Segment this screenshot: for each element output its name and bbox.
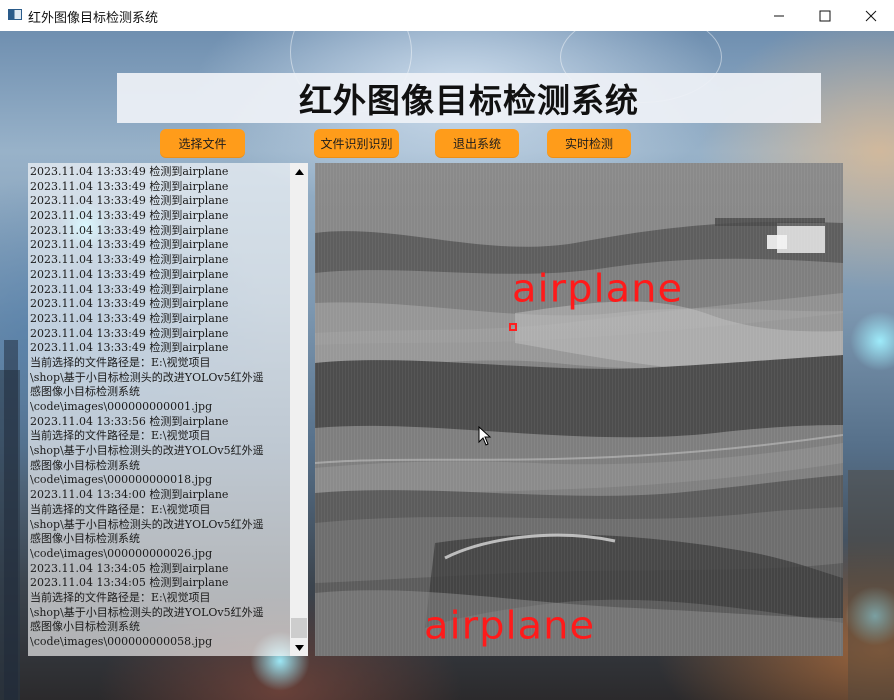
log-line: 2023.11.04 13:34:05 检测到airplane: [30, 561, 229, 575]
log-line: \shop\基于小目标检测头的改进YOLOv5红外遥: [30, 370, 264, 384]
log-line: 感图像小目标检测系统: [30, 458, 140, 472]
log-line: 2023.11.04 13:33:49 检测到airplane: [30, 311, 229, 325]
maximize-icon: [819, 10, 831, 21]
scroll-up-button[interactable]: [290, 163, 308, 180]
log-line: 2023.11.04 13:33:49 检测到airplane: [30, 165, 229, 178]
log-line: 当前选择的文件路径是：E:\视觉项目: [30, 502, 211, 516]
log-line: 感图像小目标检测系统: [30, 620, 140, 634]
log-line: 当前选择的文件路径是：E:\视觉项目: [30, 590, 211, 604]
log-line: 2023.11.04 13:33:56 检测到airplane: [30, 414, 229, 428]
log-line: 2023.11.04 13:33:49 检测到airplane: [30, 194, 229, 208]
log-line: 2023.11.04 13:33:49 检测到airplane: [30, 179, 229, 193]
exit-system-button[interactable]: 退出系统: [435, 129, 519, 158]
log-line: 2023.11.04 13:34:05 检测到airplane: [30, 576, 229, 590]
app-icon: [8, 9, 22, 20]
minimize-icon: [774, 15, 784, 16]
log-line: 2023.11.04 13:33:49 检测到airplane: [30, 326, 229, 340]
detection-image-view: airplane airplane: [315, 163, 843, 656]
page-title: 红外图像目标检测系统: [299, 81, 639, 120]
scroll-thumb[interactable]: [291, 618, 307, 638]
log-line: 2023.11.04 13:33:49 检测到airplane: [30, 253, 229, 267]
select-file-button[interactable]: 选择文件: [160, 129, 245, 158]
scroll-down-button[interactable]: [290, 639, 308, 656]
decor-glow: [850, 311, 894, 371]
log-line: 2023.11.04 13:33:49 检测到airplane: [30, 297, 229, 311]
log-line: 感图像小目标检测系统: [30, 532, 140, 546]
log-line: 当前选择的文件路径是：E:\视觉项目: [30, 355, 211, 369]
detection-label: airplane: [424, 604, 596, 648]
scroll-track[interactable]: [290, 180, 308, 639]
log-line: 2023.11.04 13:33:49 检测到airplane: [30, 267, 229, 281]
log-line: 2023.11.04 13:33:49 检测到airplane: [30, 223, 229, 237]
app-header: 红外图像目标检测系统: [117, 73, 821, 123]
log-line: 2023.11.04 13:34:00 检测到airplane: [30, 488, 229, 502]
close-button[interactable]: [848, 0, 894, 31]
log-line: \shop\基于小目标检测头的改进YOLOv5红外遥: [30, 517, 264, 531]
log-line: 当前选择的文件路径是：E:\视觉项目: [30, 429, 211, 443]
log-line: \code\images\000000000018.jpg: [30, 473, 213, 487]
log-line: 2023.11.04 13:33:49 检测到airplane: [30, 341, 229, 355]
log-line: \shop\基于小目标检测头的改进YOLOv5红外遥: [30, 444, 264, 458]
window-titlebar: 红外图像目标检测系统: [0, 0, 894, 32]
log-content: 2023.11.04 13:33:49 检测到airplane 2023.11.0…: [30, 165, 288, 650]
log-line: \shop\基于小目标检测头的改进YOLOv5红外遥: [30, 605, 264, 619]
log-line: 感图像小目标检测系统: [30, 385, 140, 399]
log-line: 2023.11.04 13:33:49 检测到airplane: [30, 238, 229, 252]
maximize-button[interactable]: [802, 0, 848, 31]
triangle-up-icon: [294, 168, 304, 175]
infrared-scene: [315, 163, 843, 656]
window-title: 红外图像目标检测系统: [28, 11, 159, 26]
file-recognition-button[interactable]: 文件识别识别: [314, 129, 399, 158]
log-line: \code\images\000000000026.jpg: [30, 546, 213, 560]
mouse-cursor-icon: [478, 426, 492, 446]
log-line: 2023.11.04 13:33:49 检测到airplane: [30, 209, 229, 223]
vertical-scrollbar[interactable]: [290, 163, 308, 656]
detection-box: [509, 323, 517, 331]
decor-building: [848, 470, 894, 700]
close-icon: [865, 10, 877, 21]
minimize-button[interactable]: [756, 0, 802, 31]
detection-label: airplane: [512, 267, 684, 311]
log-line: \code\images\000000000058.jpg: [30, 635, 213, 648]
realtime-detection-button[interactable]: 实时检测: [547, 129, 631, 158]
decor-building: [4, 340, 18, 700]
log-textbox[interactable]: 2023.11.04 13:33:49 检测到airplane 2023.11.0…: [28, 163, 308, 656]
log-line: \code\images\000000000001.jpg: [30, 400, 213, 413]
log-line: 2023.11.04 13:33:49 检测到airplane: [30, 282, 229, 296]
triangle-down-icon: [294, 644, 304, 651]
